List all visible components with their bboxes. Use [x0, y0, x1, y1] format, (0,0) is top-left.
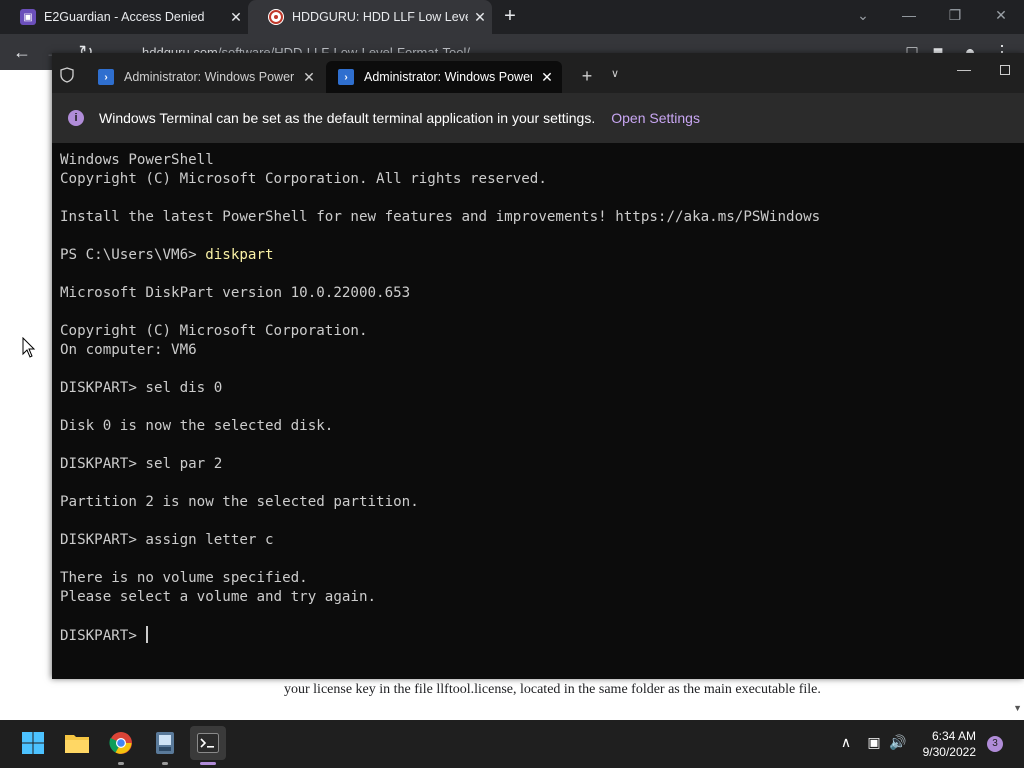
output-text: DISKPART> assign letter c [60, 532, 274, 548]
taskbar: ∧ ▣ 🔊 6:34 AM 9/30/2022 [0, 720, 1024, 768]
terminal-line: DISKPART> [60, 626, 1010, 645]
output-text: Disk 0 is now the selected disk. [60, 418, 334, 434]
infobar-message: Windows Terminal can be set as the defau… [99, 110, 596, 126]
close-icon[interactable]: ✕ [532, 69, 562, 86]
output-text: Please select a volume and try again. [60, 589, 377, 605]
browser-tabstrip: ▣ E2Guardian - Access Denied ✕ HDDGURU: … [0, 0, 1024, 34]
terminal-line: PS C:\Users\VM6> diskpart [60, 246, 1010, 265]
powershell-icon: › [98, 69, 114, 85]
open-settings-link[interactable]: Open Settings [611, 110, 700, 126]
output-text: Windows PowerShell [60, 152, 214, 168]
chrome-icon[interactable] [108, 730, 134, 756]
terminal-line: Install the latest PowerShell for new fe… [60, 208, 1010, 227]
active-indicator [200, 762, 216, 765]
mouse-cursor-icon [22, 337, 36, 358]
e2guardian-icon: ▣ [20, 9, 36, 25]
app-icon[interactable] [152, 730, 178, 756]
terminal-tabbar: › Administrator: Windows PowerShell ✕ › … [52, 53, 1024, 93]
terminal-line: DISKPART> assign letter c [60, 531, 1010, 550]
clock-time: 6:34 AM [931, 729, 976, 743]
output-text: DISKPART> sel dis 0 [60, 380, 223, 396]
new-terminal-tab-button[interactable]: + [577, 66, 597, 87]
text-cursor [146, 626, 149, 643]
admin-shield-icon [60, 67, 74, 83]
terminal-line: On computer: VM6 [60, 341, 1010, 360]
close-window-icon[interactable]: ✕ [978, 0, 1024, 34]
powershell-icon: › [338, 69, 354, 85]
network-icon[interactable]: ▣ [864, 734, 884, 751]
terminal-line: Microsoft DiskPart version 10.0.22000.65… [60, 284, 1010, 303]
output-text: Copyright (C) Microsoft Corporation. All… [60, 171, 547, 187]
terminal-tab-title: Administrator: Windows PowerShell [364, 70, 532, 84]
file-explorer-icon[interactable] [64, 730, 90, 756]
restore-icon[interactable]: ❐ [932, 0, 978, 34]
default-terminal-infobar: i Windows Terminal can be set as the def… [52, 93, 1024, 143]
output-text: There is no volume specified. [60, 570, 308, 586]
terminal-icon[interactable] [190, 726, 226, 760]
running-indicator [118, 762, 124, 765]
terminal-line: Partition 2 is now the selected partitio… [60, 493, 1010, 512]
running-indicator [162, 762, 168, 765]
prompt-text: PS C:\Users\VM6> [60, 247, 206, 263]
back-arrow-icon[interactable]: ← [8, 38, 36, 66]
output-text: Install the latest PowerShell for new fe… [60, 209, 821, 225]
clock[interactable]: 6:34 AM 9/30/2022 [923, 728, 976, 760]
start-windows-icon[interactable] [20, 730, 46, 756]
close-icon[interactable]: ✕ [224, 9, 248, 26]
clock-date: 9/30/2022 [922, 745, 976, 759]
terminal-line: Disk 0 is now the selected disk. [60, 417, 1010, 436]
terminal-line: There is no volume specified. [60, 569, 1010, 588]
browser-tab-e2guardian[interactable]: ▣ E2Guardian - Access Denied ✕ [0, 0, 248, 34]
chevron-down-icon[interactable]: ∨ [607, 67, 623, 80]
hddguru-icon [268, 9, 284, 25]
volume-icon[interactable]: 🔊 [888, 734, 908, 751]
output-text: Partition 2 is now the selected partitio… [60, 494, 419, 510]
terminal-window: › Administrator: Windows PowerShell ✕ › … [52, 53, 1024, 679]
browser-tab-title: HDDGURU: HDD LLF Low Level F [292, 10, 468, 24]
minimize-icon[interactable]: — [886, 0, 932, 34]
terminal-tab-title: Administrator: Windows PowerShell [124, 70, 294, 84]
terminal-line: Windows PowerShell [60, 151, 1010, 170]
maximize-icon[interactable] [1000, 65, 1010, 75]
output-text: On computer: VM6 [60, 342, 197, 358]
notification-badge[interactable]: 3 [987, 736, 1003, 752]
minimize-icon[interactable]: — [952, 61, 976, 77]
close-icon[interactable]: ✕ [294, 69, 324, 86]
output-text: Microsoft DiskPart version 10.0.22000.65… [60, 285, 411, 301]
terminal-tab-1[interactable]: › Administrator: Windows PowerShell ✕ [86, 61, 324, 93]
browser-tab-title: E2Guardian - Access Denied [44, 10, 205, 24]
terminal-tab-2[interactable]: › Administrator: Windows PowerShell ✕ [326, 61, 562, 93]
browser-tab-hddguru[interactable]: HDDGURU: HDD LLF Low Level F ✕ [248, 0, 492, 34]
terminal-line: Copyright (C) Microsoft Corporation. [60, 322, 1010, 341]
output-text: DISKPART> sel par 2 [60, 456, 223, 472]
terminal-line: DISKPART> sel dis 0 [60, 379, 1010, 398]
scroll-down-icon[interactable]: ▼ [1013, 703, 1022, 713]
new-tab-button[interactable]: + [498, 5, 522, 29]
terminal-output[interactable]: Windows PowerShell Copyright (C) Microsof… [60, 151, 1010, 671]
page-body-text: your license key in the file llftool.lic… [284, 682, 821, 697]
command-text: diskpart [205, 247, 274, 263]
chevron-up-icon[interactable]: ∧ [836, 734, 856, 751]
output-text: DISKPART> [60, 628, 146, 644]
terminal-line: DISKPART> sel par 2 [60, 455, 1010, 474]
info-icon: i [68, 110, 84, 126]
close-icon[interactable]: ✕ [468, 9, 492, 26]
output-text: Copyright (C) Microsoft Corporation. [60, 323, 368, 339]
tab-search-icon[interactable]: ⌄ [840, 0, 886, 34]
terminal-line: Copyright (C) Microsoft Corporation. All… [60, 170, 1010, 189]
terminal-line: Please select a volume and try again. [60, 588, 1010, 607]
